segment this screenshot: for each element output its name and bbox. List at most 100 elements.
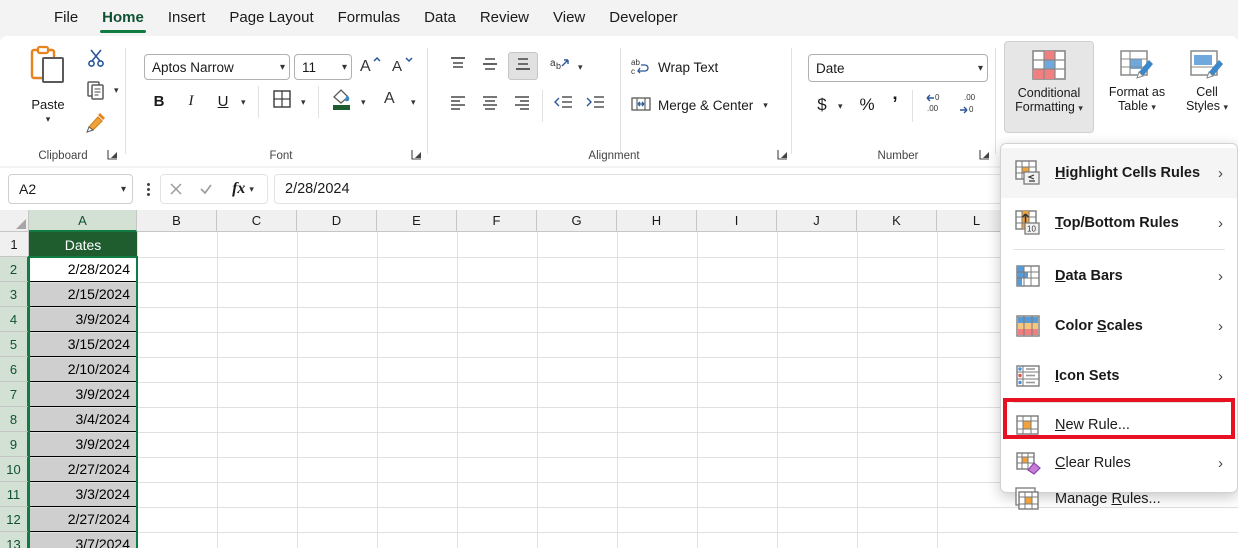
row-header-12[interactable]: 12 (0, 507, 29, 532)
cell-A5[interactable]: 3/15/2024 (29, 332, 137, 357)
borders-button[interactable] (268, 88, 296, 114)
cell-A12[interactable]: 2/27/2024 (29, 507, 137, 532)
font-size-combobox[interactable]: 11 ▾ (294, 54, 352, 80)
cell-A2[interactable]: 2/28/2024 (29, 257, 137, 282)
menu-item-manage-rules[interactable]: Manage Rules... (1001, 481, 1237, 517)
fx-chevron-down-icon[interactable]: ▾ (249, 184, 254, 194)
paste-chevron-down-icon[interactable]: ▾ (46, 115, 51, 124)
ribbon-tab-data[interactable]: Data (412, 0, 468, 36)
row-header-7[interactable]: 7 (0, 382, 29, 407)
decrease-decimal-button[interactable]: .00 0 (954, 92, 984, 118)
column-header-J[interactable]: J (777, 210, 857, 232)
column-header-E[interactable]: E (377, 210, 457, 232)
underline-button[interactable]: U (210, 88, 236, 114)
column-header-I[interactable]: I (697, 210, 777, 232)
copy-button[interactable] (82, 78, 110, 106)
row-header-3[interactable]: 3 (0, 282, 29, 307)
align-left-button[interactable] (444, 92, 472, 118)
clipboard-dialog-launcher[interactable] (106, 148, 119, 161)
cell-A11[interactable]: 3/3/2024 (29, 482, 137, 507)
fill-color-chevron-down-icon[interactable]: ▾ (361, 98, 366, 107)
insert-function-button[interactable]: fx ▾ (221, 175, 265, 203)
top-align-button[interactable] (444, 53, 472, 79)
name-box[interactable]: A2 ▾ (8, 174, 133, 204)
cell-A9[interactable]: 3/9/2024 (29, 432, 137, 457)
column-header-D[interactable]: D (297, 210, 377, 232)
borders-chevron-down-icon[interactable]: ▾ (301, 98, 306, 107)
align-right-button[interactable] (508, 92, 536, 118)
menu-item-clear-rules[interactable]: Clear Rules › (1001, 445, 1237, 481)
cut-button[interactable] (82, 46, 110, 74)
accounting-chevron-down-icon[interactable]: ▾ (838, 102, 843, 111)
font-name-combobox[interactable]: Aptos Narrow ▾ (144, 54, 290, 80)
merge-center-button[interactable]: Merge & Center ▾ (628, 92, 771, 119)
bold-button[interactable]: B (146, 88, 172, 114)
column-header-G[interactable]: G (537, 210, 617, 232)
decrease-font-size-button[interactable]: A (388, 54, 416, 80)
percent-format-button[interactable]: % (854, 92, 880, 118)
accounting-format-button[interactable]: $ (810, 92, 834, 118)
menu-item-icon-sets[interactable]: Icon Sets › (1001, 351, 1237, 401)
ribbon-tab-page-layout[interactable]: Page Layout (217, 0, 325, 36)
number-format-combobox[interactable]: Date ▾ (808, 54, 988, 82)
ribbon-tab-file[interactable]: File (42, 0, 90, 36)
font-color-chevron-down-icon[interactable]: ▾ (411, 98, 416, 107)
menu-item-data-bars[interactable]: Data Bars › (1001, 251, 1237, 301)
row-header-13[interactable]: 13 (0, 532, 29, 548)
ribbon-tab-developer[interactable]: Developer (597, 0, 689, 36)
font-dialog-launcher[interactable] (410, 148, 423, 161)
copy-chevron-down-icon[interactable]: ▾ (114, 86, 119, 95)
row-header-8[interactable]: 8 (0, 407, 29, 432)
formula-bar-options-button[interactable] (142, 181, 154, 197)
conditional-formatting-chevron-down-icon[interactable]: ▾ (1078, 103, 1083, 113)
ribbon-tab-insert[interactable]: Insert (156, 0, 218, 36)
format-painter-button[interactable] (82, 110, 110, 138)
format-as-table-button[interactable]: Format as Table ▾ (1098, 41, 1176, 133)
italic-button[interactable]: I (178, 88, 204, 114)
ribbon-tab-review[interactable]: Review (468, 0, 541, 36)
row-header-2[interactable]: 2 (0, 257, 29, 282)
cell-styles-button[interactable]: Cell Styles ▾ (1176, 41, 1238, 133)
middle-align-button[interactable] (476, 53, 504, 79)
orientation-chevron-down-icon[interactable]: ▾ (578, 63, 583, 72)
column-header-F[interactable]: F (457, 210, 537, 232)
orientation-button[interactable]: ab (546, 53, 574, 79)
format-as-table-chevron-down-icon[interactable]: ▾ (1151, 102, 1156, 112)
select-all-button[interactable] (0, 210, 29, 232)
row-header-6[interactable]: 6 (0, 357, 29, 382)
cell-A6[interactable]: 2/10/2024 (29, 357, 137, 382)
cell-A7[interactable]: 3/9/2024 (29, 382, 137, 407)
cell-styles-chevron-down-icon[interactable]: ▾ (1224, 102, 1229, 112)
row-header-1[interactable]: 1 (0, 232, 29, 257)
column-header-K[interactable]: K (857, 210, 937, 232)
cell-A8[interactable]: 3/4/2024 (29, 407, 137, 432)
column-header-C[interactable]: C (217, 210, 297, 232)
increase-decimal-button[interactable]: 0.00 (920, 92, 950, 118)
align-center-button[interactable] (476, 92, 504, 118)
comma-format-button[interactable]: ’ (884, 92, 906, 118)
row-header-11[interactable]: 11 (0, 482, 29, 507)
cell-A13[interactable]: 3/7/2024 (29, 532, 137, 548)
merge-center-chevron-down-icon[interactable]: ▾ (763, 101, 768, 110)
cell-A3[interactable]: 2/15/2024 (29, 282, 137, 307)
cancel-button[interactable] (161, 175, 191, 203)
underline-chevron-down-icon[interactable]: ▾ (241, 98, 246, 107)
cell-A10[interactable]: 2/27/2024 (29, 457, 137, 482)
menu-item-top-bottom-rules[interactable]: 10 Top/Bottom Rules › (1001, 198, 1237, 248)
cell-A1[interactable]: Dates (29, 232, 137, 257)
increase-indent-button[interactable] (582, 92, 610, 118)
alignment-dialog-launcher[interactable] (776, 148, 789, 161)
menu-item-highlight-cells-rules[interactable]: Highlight Cells Rules › (1001, 148, 1237, 198)
ribbon-tab-formulas[interactable]: Formulas (326, 0, 413, 36)
row-header-10[interactable]: 10 (0, 457, 29, 482)
column-header-B[interactable]: B (137, 210, 217, 232)
row-header-4[interactable]: 4 (0, 307, 29, 332)
column-header-H[interactable]: H (617, 210, 697, 232)
enter-button[interactable] (191, 175, 221, 203)
menu-item-color-scales[interactable]: Color Scales › (1001, 301, 1237, 351)
menu-item-new-rule[interactable]: New Rule... (1001, 404, 1237, 445)
number-dialog-launcher[interactable] (978, 148, 991, 161)
decrease-indent-button[interactable] (550, 92, 578, 118)
cell-A4[interactable]: 3/9/2024 (29, 307, 137, 332)
increase-font-size-button[interactable]: A (356, 54, 384, 80)
